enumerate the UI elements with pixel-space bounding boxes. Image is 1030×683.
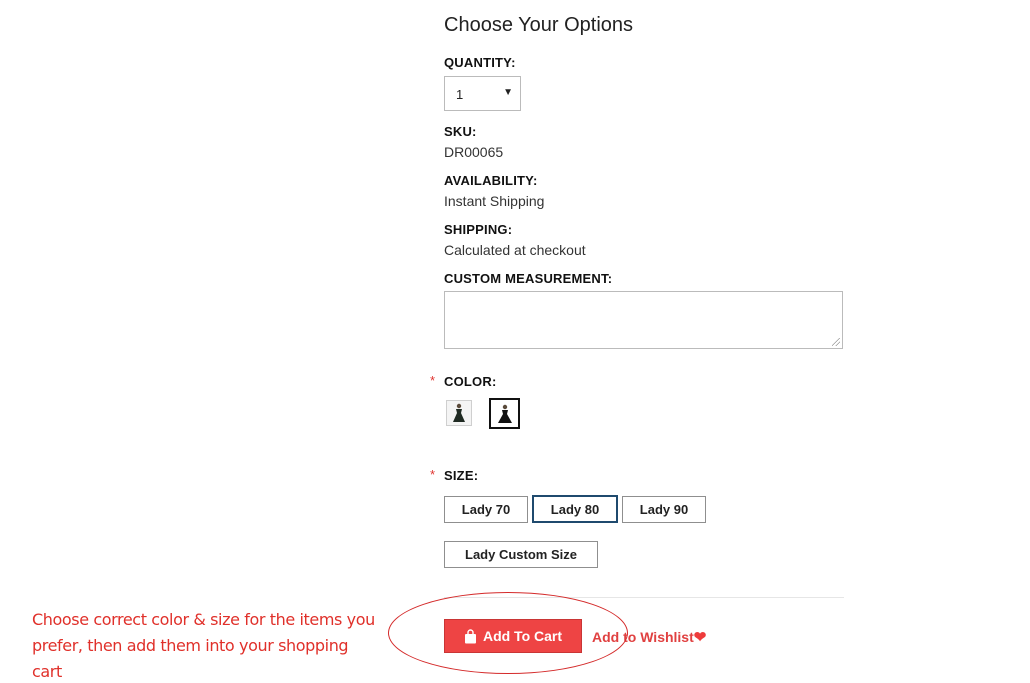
dress-swatch-icon: [453, 403, 465, 422]
size-option-lady-90[interactable]: Lady 90: [622, 496, 706, 523]
required-marker: *: [430, 373, 436, 388]
custom-measurement-textarea[interactable]: [444, 291, 843, 349]
availability-value: Instant Shipping: [444, 193, 545, 209]
product-options-page: Choose Your Options QUANTITY: 1 ▼ SKU: D…: [0, 0, 1030, 683]
add-to-cart-label: Add To Cart: [482, 628, 563, 644]
quantity-label: QUANTITY:: [444, 55, 516, 70]
resize-grip-icon[interactable]: [832, 338, 840, 346]
shopping-bag-icon: [464, 628, 476, 643]
quantity-select[interactable]: 1 ▼: [444, 76, 521, 111]
size-option-lady-70[interactable]: Lady 70: [444, 496, 528, 523]
custom-measurement-label: CUSTOM MEASUREMENT:: [444, 271, 613, 286]
dress-swatch-icon: [497, 404, 512, 423]
add-to-wishlist-link[interactable]: Add to Wishlist❤: [592, 628, 706, 646]
size-option-lady-custom[interactable]: Lady Custom Size: [444, 541, 598, 568]
color-swatch-2-selected[interactable]: [489, 398, 520, 429]
quantity-value: 1: [456, 87, 464, 102]
size-label: SIZE:: [444, 468, 479, 483]
annotation-line-1: Choose correct color & size for the item…: [32, 610, 375, 629]
color-label: COLOR:: [444, 374, 497, 389]
required-marker: *: [430, 467, 436, 482]
heart-icon: ❤: [693, 629, 707, 646]
page-title: Choose Your Options: [444, 14, 634, 36]
dropdown-arrow-icon: ▼: [503, 87, 513, 98]
divider: [444, 597, 844, 598]
wishlist-label: Add to Wishlist: [592, 629, 694, 645]
sku-value: DR00065: [444, 144, 504, 160]
add-to-cart-button[interactable]: Add To Cart: [444, 619, 582, 653]
shipping-label: SHIPPING:: [444, 222, 513, 237]
sku-label: SKU:: [444, 124, 477, 139]
size-option-lady-80[interactable]: Lady 80: [532, 495, 618, 523]
instruction-annotation: Choose correct color & size for the item…: [32, 607, 382, 683]
annotation-line-2: prefer, then add them into your shopping…: [32, 636, 349, 681]
color-swatch-1[interactable]: [446, 400, 472, 426]
shipping-value: Calculated at checkout: [444, 242, 586, 258]
availability-label: AVAILABILITY:: [444, 173, 538, 188]
